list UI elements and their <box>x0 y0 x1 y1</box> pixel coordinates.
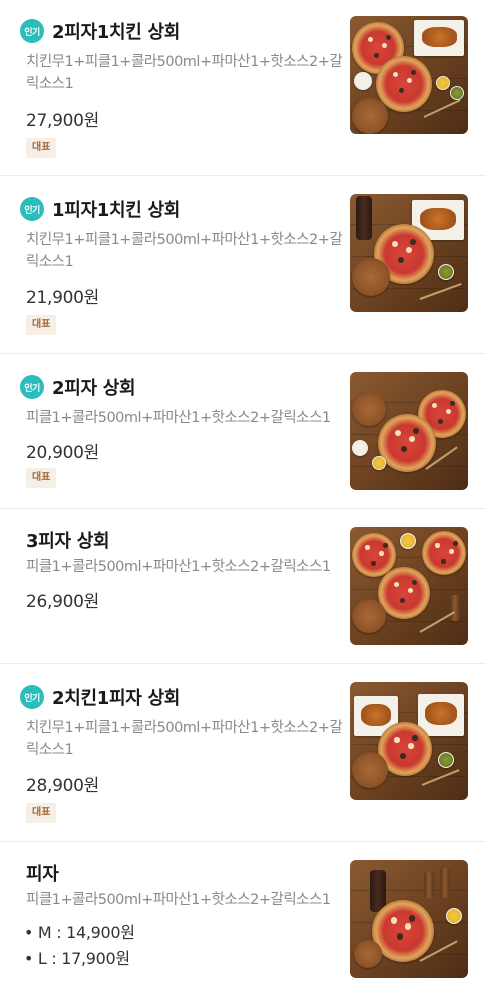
menu-item-price: 27,900원 <box>26 111 100 131</box>
menu-item-price: 20,900원 <box>26 443 100 463</box>
menu-item-title-row: 피자 <box>20 860 59 886</box>
menu-item-photo[interactable] <box>350 194 468 312</box>
signature-tag: 대표 <box>26 138 57 158</box>
menu-item-description: 치킨무1+피클1+콜라500ml+파마산1+핫소스2+갈릭소스1 <box>26 720 343 758</box>
menu-item-description: 치킨무1+피클1+콜라500ml+파마산1+핫소스2+갈릭소스1 <box>26 232 343 270</box>
menu-item-photo[interactable] <box>350 682 468 800</box>
popular-badge: 인기 <box>20 375 44 399</box>
menu-item[interactable]: 피자 피클1+콜라500ml+파마산1+핫소스2+갈릭소스1 • M : 14,… <box>0 842 486 994</box>
menu-item-price: 28,900원 <box>26 776 100 796</box>
menu-item-price: 26,900원 <box>26 592 100 612</box>
menu-item[interactable]: 3피자 상회 피클1+콜라500ml+파마산1+핫소스2+갈릭소스1 26,90… <box>0 509 486 664</box>
menu-item-description: 피클1+콜라500ml+파마산1+핫소스2+갈릭소스1 <box>26 410 331 426</box>
menu-item-description: 피클1+콜라500ml+파마산1+핫소스2+갈릭소스1 <box>26 559 331 575</box>
menu-item-title: 3피자 상회 <box>26 531 110 552</box>
menu-item[interactable]: 인기 2피자 상회 피클1+콜라500ml+파마산1+핫소스2+갈릭소스1 20… <box>0 354 486 509</box>
menu-item-title-row: 인기 1피자1치킨 상회 <box>20 196 180 222</box>
menu-item-title: 2치킨1피자 상회 <box>52 688 180 709</box>
menu-item[interactable]: 인기 1피자1치킨 상회 치킨무1+피클1+콜라500ml+파마산1+핫소스2+… <box>0 176 486 354</box>
menu-item-title: 1피자1치킨 상회 <box>52 200 180 221</box>
menu-item-description: 치킨무1+피클1+콜라500ml+파마산1+핫소스2+갈릭소스1 <box>26 54 343 92</box>
menu-item[interactable]: 인기 2치킨1피자 상회 치킨무1+피클1+콜라500ml+파마산1+핫소스2+… <box>0 664 486 842</box>
menu-list: 인기 2피자1치킨 상회 치킨무1+피클1+콜라500ml+파마산1+핫소스2+… <box>0 0 486 994</box>
menu-item-title: 피자 <box>26 864 59 885</box>
menu-item-photo[interactable] <box>350 527 468 645</box>
menu-item-title-row: 인기 2피자 상회 <box>20 374 136 400</box>
menu-item-title-row: 인기 2치킨1피자 상회 <box>20 684 180 710</box>
size-price-l: • L : 17,900원 <box>24 949 130 968</box>
size-price-m: • M : 14,900원 <box>24 923 135 942</box>
menu-item[interactable]: 인기 2피자1치킨 상회 치킨무1+피클1+콜라500ml+파마산1+핫소스2+… <box>0 0 486 176</box>
menu-item-photo[interactable] <box>350 860 468 978</box>
signature-tag: 대표 <box>26 803 57 823</box>
menu-item-price: 21,900원 <box>26 288 100 308</box>
menu-item-title: 2피자 상회 <box>52 378 136 399</box>
popular-badge: 인기 <box>20 685 44 709</box>
popular-badge: 인기 <box>20 19 44 43</box>
signature-tag: 대표 <box>26 315 57 335</box>
menu-item-title-row: 3피자 상회 <box>20 527 110 553</box>
popular-badge: 인기 <box>20 197 44 221</box>
signature-tag: 대표 <box>26 468 57 488</box>
menu-item-description: 피클1+콜라500ml+파마산1+핫소스2+갈릭소스1 <box>26 892 331 908</box>
menu-item-photo[interactable] <box>350 372 468 490</box>
menu-item-title: 2피자1치킨 상회 <box>52 22 180 43</box>
menu-item-title-row: 인기 2피자1치킨 상회 <box>20 18 180 44</box>
menu-item-photo[interactable] <box>350 16 468 134</box>
